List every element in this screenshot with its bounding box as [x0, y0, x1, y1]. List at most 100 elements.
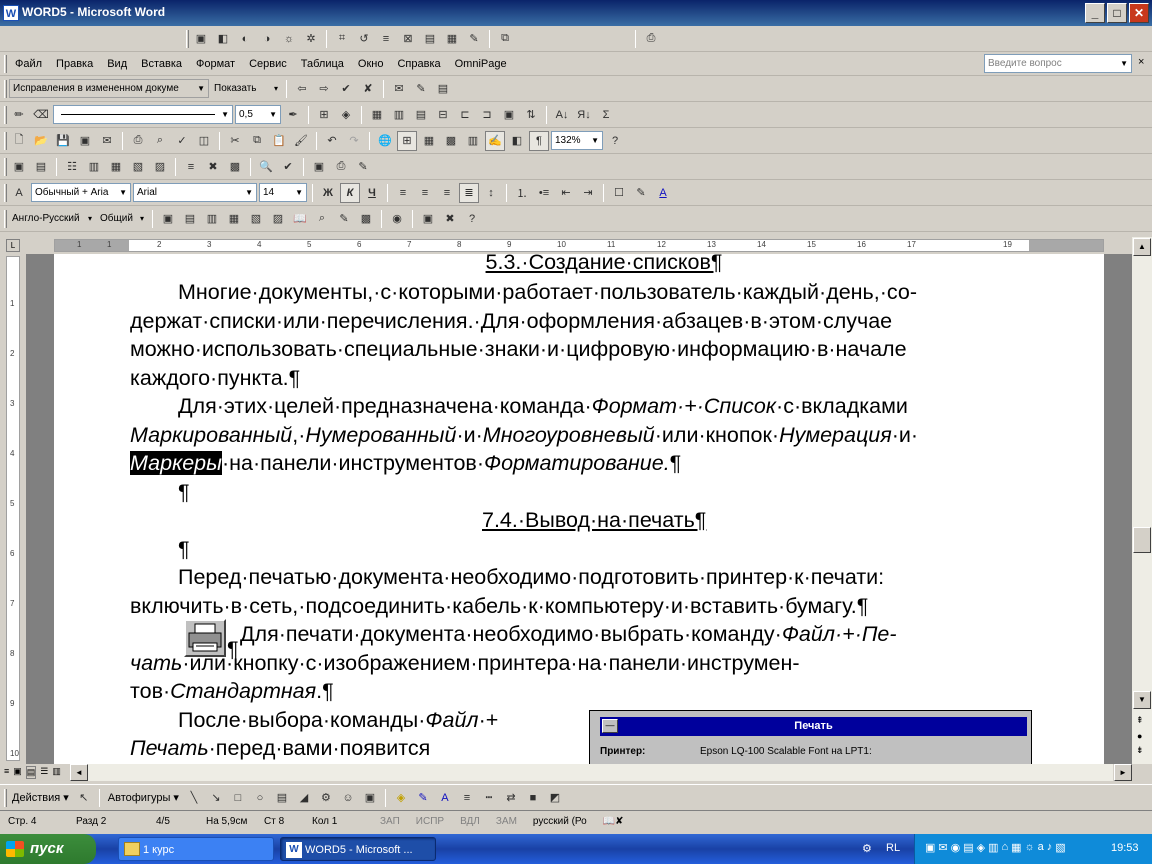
start-button[interactable]: пуск [0, 834, 96, 864]
translate-icon-9[interactable]: ▩ [356, 209, 376, 229]
menu-tools[interactable]: Сервис [249, 58, 287, 70]
insert-excel-icon[interactable]: ▩ [441, 131, 461, 151]
rectangle-tool-icon[interactable]: □ [228, 788, 248, 808]
bold-button[interactable]: Ж [318, 183, 338, 203]
close-document-icon[interactable]: × [1138, 56, 1144, 68]
sort-descending-icon[interactable]: Я↓ [574, 105, 594, 125]
menu-omnipage[interactable]: OmniPage [455, 58, 507, 70]
wordart-icon[interactable]: ◢ [294, 788, 314, 808]
translate-help-icon[interactable]: ? [462, 209, 482, 229]
show-hide-paragraph-icon[interactable]: ¶ [529, 130, 549, 151]
italic-button[interactable]: К [340, 182, 360, 203]
hyperlink-icon[interactable]: 🌐 [375, 131, 395, 151]
menu-table[interactable]: Таблица [301, 58, 344, 70]
draw-table-icon[interactable]: ✏ [9, 105, 29, 125]
tab-selector[interactable]: L [6, 239, 20, 252]
translate-icon-6[interactable]: ▨ [268, 209, 288, 229]
copy-icon[interactable]: ⧉ [247, 131, 267, 151]
distribute-columns-icon[interactable]: ⊐ [477, 105, 497, 125]
draw-actions-menu[interactable]: Действия ▾ [12, 791, 69, 804]
bullets-icon[interactable]: •≡ [534, 183, 554, 203]
next-change-icon[interactable]: ⇨ [314, 79, 334, 99]
exit-header-icon[interactable]: ⎙ [641, 29, 661, 49]
vertical-scrollbar[interactable]: ▲ ▼ ⇞ ● ⇟ [1132, 237, 1152, 764]
arrow-style-icon[interactable]: ⇄ [501, 788, 521, 808]
fill-color-icon[interactable]: ◈ [391, 788, 411, 808]
line-weight-dropdown[interactable]: 0,5 ▼ [235, 105, 281, 124]
status-overtype[interactable]: ЗАМ [488, 816, 525, 827]
match-fields-icon[interactable]: ▩ [225, 157, 245, 177]
menu-insert[interactable]: Вставка [141, 58, 182, 70]
translate-icon-4[interactable]: ▦ [224, 209, 244, 229]
print-preview-icon[interactable]: ⌕ [150, 131, 170, 151]
help-question-input[interactable]: Введите вопрос ▼ [984, 54, 1132, 73]
set-transparent-icon[interactable]: ✎ [464, 29, 484, 49]
numbering-icon[interactable]: ⒈ [512, 183, 532, 203]
recipients-icon[interactable]: ☷ [62, 157, 82, 177]
open-icon[interactable]: 📂 [31, 131, 51, 151]
menu-help[interactable]: Справка [397, 58, 440, 70]
spelling-status-icon[interactable]: 📖✘ [595, 816, 632, 827]
maximize-button[interactable]: □ [1107, 3, 1127, 23]
menu-view[interactable]: Вид [107, 58, 127, 70]
reviewing-pane-icon[interactable]: ▤ [433, 79, 453, 99]
tray-icon-12[interactable]: ▧ [1055, 841, 1065, 854]
merge-to-email-icon[interactable]: ✎ [353, 157, 373, 177]
status-extend[interactable]: ВДЛ [452, 816, 488, 827]
color-icon[interactable]: ◧ [213, 29, 233, 49]
tray-icon-2[interactable]: ✉ [938, 841, 947, 854]
text-wrap-icon[interactable]: ▤ [420, 29, 440, 49]
translate-icon-1[interactable]: ▣ [158, 209, 178, 229]
decrease-indent-icon[interactable]: ⇤ [556, 183, 576, 203]
tray-icon-6[interactable]: ▥ [988, 841, 998, 854]
document-map-icon[interactable]: ◧ [507, 131, 527, 151]
language-indicator[interactable]: RL [886, 842, 900, 854]
find-entry-icon[interactable]: 🔍 [256, 157, 276, 177]
tray-icon-5[interactable]: ◈ [977, 841, 985, 854]
menu-window[interactable]: Окно [358, 58, 384, 70]
line-style-draw-icon[interactable]: ≡ [457, 788, 477, 808]
sort-ascending-icon[interactable]: A↓ [552, 105, 572, 125]
insert-word-field-icon[interactable]: ▨ [150, 157, 170, 177]
check-errors-icon[interactable]: ✔ [278, 157, 298, 177]
dictionary-icon[interactable]: 📖 [290, 209, 310, 229]
minimize-button[interactable]: _ [1085, 3, 1105, 23]
border-color-icon[interactable]: ✒ [283, 105, 303, 125]
styles-formatting-icon[interactable]: A [9, 183, 29, 203]
dash-style-icon[interactable]: ┅ [479, 788, 499, 808]
tray-icon-1[interactable]: ▣ [925, 841, 935, 854]
tray-icon-10[interactable]: a [1038, 841, 1044, 854]
email-icon[interactable]: ✉ [97, 131, 117, 151]
tray-icon-3[interactable]: ◉ [951, 841, 961, 854]
diagram-icon[interactable]: ⚙ [316, 788, 336, 808]
line-color-icon[interactable]: ✎ [413, 788, 433, 808]
shadow-style-icon[interactable]: ■ [523, 788, 543, 808]
align-center-icon[interactable]: ≡ [415, 183, 435, 203]
spelling-icon[interactable]: ✓ [172, 131, 192, 151]
brightness-up-icon[interactable]: ☼ [279, 29, 299, 49]
justify-icon[interactable]: ≣ [459, 182, 479, 203]
tray-icon-4[interactable]: ▤ [963, 841, 973, 854]
oval-tool-icon[interactable]: ○ [250, 788, 270, 808]
main-document-setup-icon[interactable]: ▣ [9, 157, 29, 177]
3d-style-icon[interactable]: ◩ [545, 788, 565, 808]
insert-comment-icon[interactable]: ✉ [389, 79, 409, 99]
subject-dropdown[interactable]: Общий ▾ [97, 209, 147, 228]
translate-icon-5[interactable]: ▧ [246, 209, 266, 229]
highlight-fields-icon[interactable]: ✖ [203, 157, 223, 177]
reject-change-icon[interactable]: ✘ [358, 79, 378, 99]
textbox-tool-icon[interactable]: ▤ [272, 788, 292, 808]
distribute-rows-icon[interactable]: ⊏ [455, 105, 475, 125]
show-dropdown[interactable]: Показать ▾ [211, 79, 281, 98]
line-tool-icon[interactable]: ╲ [184, 788, 204, 808]
print-icon[interactable]: ⎙ [128, 131, 148, 151]
select-objects-icon[interactable]: ↖ [74, 788, 94, 808]
scroll-down-button[interactable]: ▼ [1133, 691, 1151, 709]
previous-change-icon[interactable]: ⇦ [292, 79, 312, 99]
status-record[interactable]: ЗАП [372, 816, 408, 827]
previous-page-icon[interactable]: ⇞ [1136, 715, 1144, 726]
draw-font-color-icon[interactable]: A [435, 788, 455, 808]
format-painter-icon[interactable]: 🖌 [291, 131, 311, 151]
reading-view-icon[interactable]: ▥ [52, 766, 61, 779]
outside-border-icon-2[interactable]: ☐ [609, 183, 629, 203]
